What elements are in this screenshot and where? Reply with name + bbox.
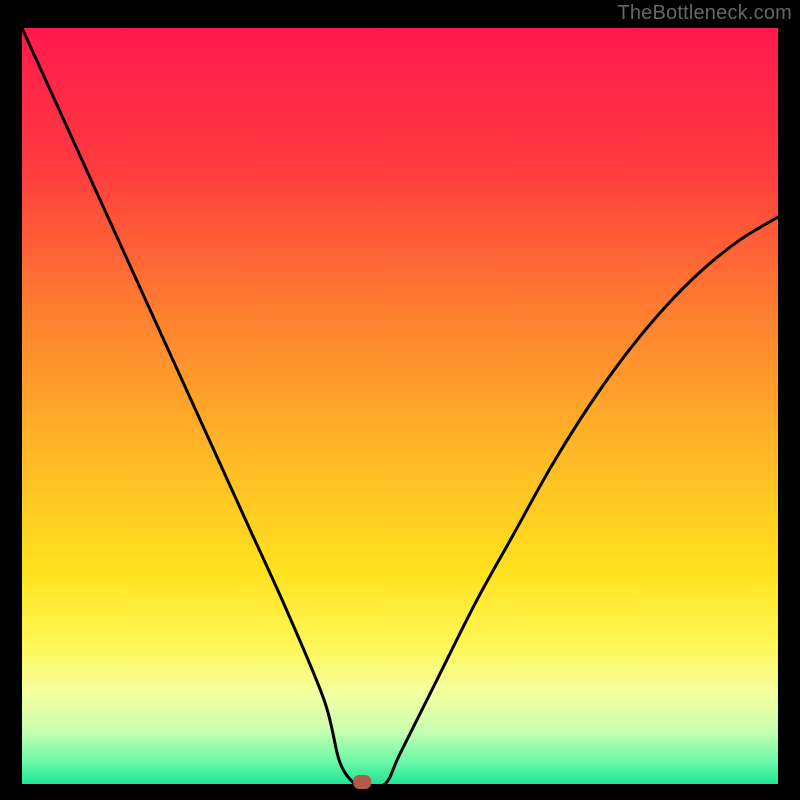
watermark-text: TheBottleneck.com (617, 2, 792, 25)
bottleneck-chart (0, 0, 800, 800)
chart-frame: TheBottleneck.com (0, 0, 800, 800)
plot-background (22, 28, 778, 784)
optimal-marker (353, 775, 371, 789)
